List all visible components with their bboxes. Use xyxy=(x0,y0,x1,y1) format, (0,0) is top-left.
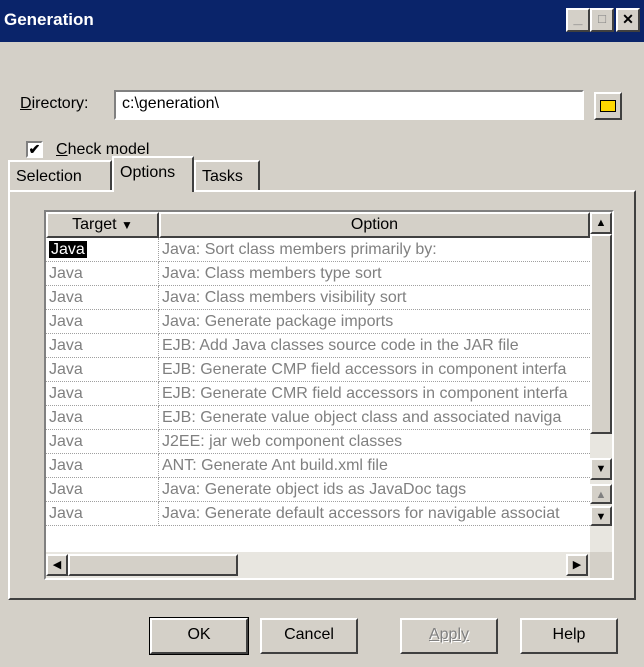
scroll-down-icon-2[interactable]: ▼ xyxy=(590,506,612,526)
target-cell[interactable]: Java xyxy=(46,502,159,526)
option-cell[interactable]: EJB: Generate CMP field accessors in com… xyxy=(159,358,590,382)
target-cell[interactable]: Java xyxy=(46,430,159,454)
horizontal-scrollbar[interactable]: ◀ ▶ xyxy=(46,552,590,578)
help-button[interactable]: Help xyxy=(520,618,618,654)
column-header-target-label: Target xyxy=(72,216,117,233)
cancel-button[interactable]: Cancel xyxy=(260,618,358,654)
target-cell-text: Java xyxy=(49,505,83,522)
window-title: Generation xyxy=(4,10,94,29)
target-cell-text: Java xyxy=(49,457,83,474)
check-model-accel: C xyxy=(56,141,68,158)
ok-button[interactable]: OK xyxy=(149,617,249,655)
horizontal-scroll-thumb[interactable] xyxy=(68,554,238,576)
tab-tasks[interactable]: Tasks xyxy=(194,160,260,192)
option-cell[interactable]: Java: Generate object ids as JavaDoc tag… xyxy=(159,478,590,502)
maximize-button[interactable]: □ xyxy=(590,8,614,32)
option-cell[interactable]: EJB: Add Java classes source code in the… xyxy=(159,334,590,358)
tab-selection[interactable]: Selection xyxy=(8,160,112,192)
table-row[interactable]: Java EJB: Generate CMP field accessors in… xyxy=(46,358,590,382)
scroll-up-disabled-icon: ▲ xyxy=(590,484,612,504)
table-row[interactable]: Java Java: Generate default accessors for… xyxy=(46,502,590,526)
target-cell[interactable]: Java xyxy=(46,454,159,478)
target-cell-text: Java xyxy=(49,409,83,426)
scroll-down-icon[interactable]: ▼ xyxy=(590,458,612,480)
table-row[interactable]: Java Java: Generate package imports xyxy=(46,310,590,334)
option-cell[interactable]: Java: Class members type sort xyxy=(159,262,590,286)
target-cell[interactable]: Java xyxy=(46,238,159,262)
target-cell[interactable]: Java xyxy=(46,382,159,406)
target-cell-text: Java xyxy=(49,289,83,306)
column-header-target[interactable]: Target ▼ xyxy=(46,212,159,238)
target-cell[interactable]: Java xyxy=(46,478,159,502)
table-row[interactable]: Java ANT: Generate Ant build.xml file xyxy=(46,454,590,478)
browse-directory-button[interactable] xyxy=(594,92,622,120)
table-row[interactable]: Java Java: Generate object ids as JavaDoc… xyxy=(46,478,590,502)
target-cell[interactable]: Java xyxy=(46,358,159,382)
target-cell[interactable]: Java xyxy=(46,310,159,334)
scroll-left-icon[interactable]: ◀ xyxy=(46,554,68,576)
target-cell-text: Java xyxy=(49,313,83,330)
table-row[interactable]: Java Java: Class members type sort xyxy=(46,262,590,286)
table-row[interactable]: Java EJB: Generate CMR field accessors in… xyxy=(46,382,590,406)
folder-icon xyxy=(600,100,616,112)
table-row[interactable]: Java Java: Class members visibility sort xyxy=(46,286,590,310)
target-cell[interactable]: Java xyxy=(46,406,159,430)
table-row[interactable]: Java EJB: Add Java classes source code in… xyxy=(46,334,590,358)
sort-descending-icon: ▼ xyxy=(121,218,133,232)
scroll-right-icon[interactable]: ▶ xyxy=(566,554,588,576)
option-cell[interactable]: ANT: Generate Ant build.xml file xyxy=(159,454,590,478)
target-cell-text: Java xyxy=(49,265,83,282)
directory-label-accel: D xyxy=(20,95,32,112)
target-cell[interactable]: Java xyxy=(46,334,159,358)
table-row[interactable]: Java J2EE: jar web component classes xyxy=(46,430,590,454)
option-cell[interactable]: Java: Generate package imports xyxy=(159,310,590,334)
table-row[interactable]: Java Java: Sort class members primarily b… xyxy=(46,238,590,262)
table-row[interactable]: Java EJB: Generate value object class and… xyxy=(46,406,590,430)
scroll-up-icon[interactable]: ▲ xyxy=(590,212,612,234)
directory-input[interactable]: c:\generation\ xyxy=(114,90,584,120)
option-cell[interactable]: EJB: Generate CMR field accessors in com… xyxy=(159,382,590,406)
target-cell-text: Java xyxy=(49,481,83,498)
vertical-scrollbar[interactable]: ▲ ▼ ▲ ▼ xyxy=(590,212,612,552)
close-button[interactable]: ✕ xyxy=(616,8,640,32)
target-cell-text: Java xyxy=(49,241,87,258)
vertical-scroll-thumb[interactable] xyxy=(590,234,612,434)
target-cell[interactable]: Java xyxy=(46,286,159,310)
target-cell-text: Java xyxy=(49,337,83,354)
minimize-button[interactable]: _ xyxy=(566,8,590,32)
options-grid[interactable]: Target ▼ Option Java Java: Sort class mem… xyxy=(44,210,614,580)
option-cell[interactable]: Java: Class members visibility sort xyxy=(159,286,590,310)
target-cell-text: Java xyxy=(49,433,83,450)
apply-button-label: Apply xyxy=(428,626,470,643)
option-cell[interactable]: EJB: Generate value object class and ass… xyxy=(159,406,590,430)
tab-options[interactable]: Options xyxy=(112,156,194,192)
option-cell[interactable]: Java: Sort class members primarily by: xyxy=(159,238,590,262)
scrollbar-corner xyxy=(590,552,612,578)
title-bar[interactable]: Generation _ □ ✕ xyxy=(0,0,644,42)
target-cell[interactable]: Java xyxy=(46,262,159,286)
check-model-checkbox[interactable]: ✔ xyxy=(26,141,43,158)
option-cell[interactable]: J2EE: jar web component classes xyxy=(159,430,590,454)
target-cell-text: Java xyxy=(49,361,83,378)
directory-label-text: irectory: xyxy=(31,95,89,112)
apply-button[interactable]: Apply xyxy=(400,618,498,654)
column-header-option[interactable]: Option xyxy=(159,212,590,238)
directory-label: Directory: xyxy=(20,95,88,113)
option-cell[interactable]: Java: Generate default accessors for nav… xyxy=(159,502,590,526)
target-cell-text: Java xyxy=(49,385,83,402)
